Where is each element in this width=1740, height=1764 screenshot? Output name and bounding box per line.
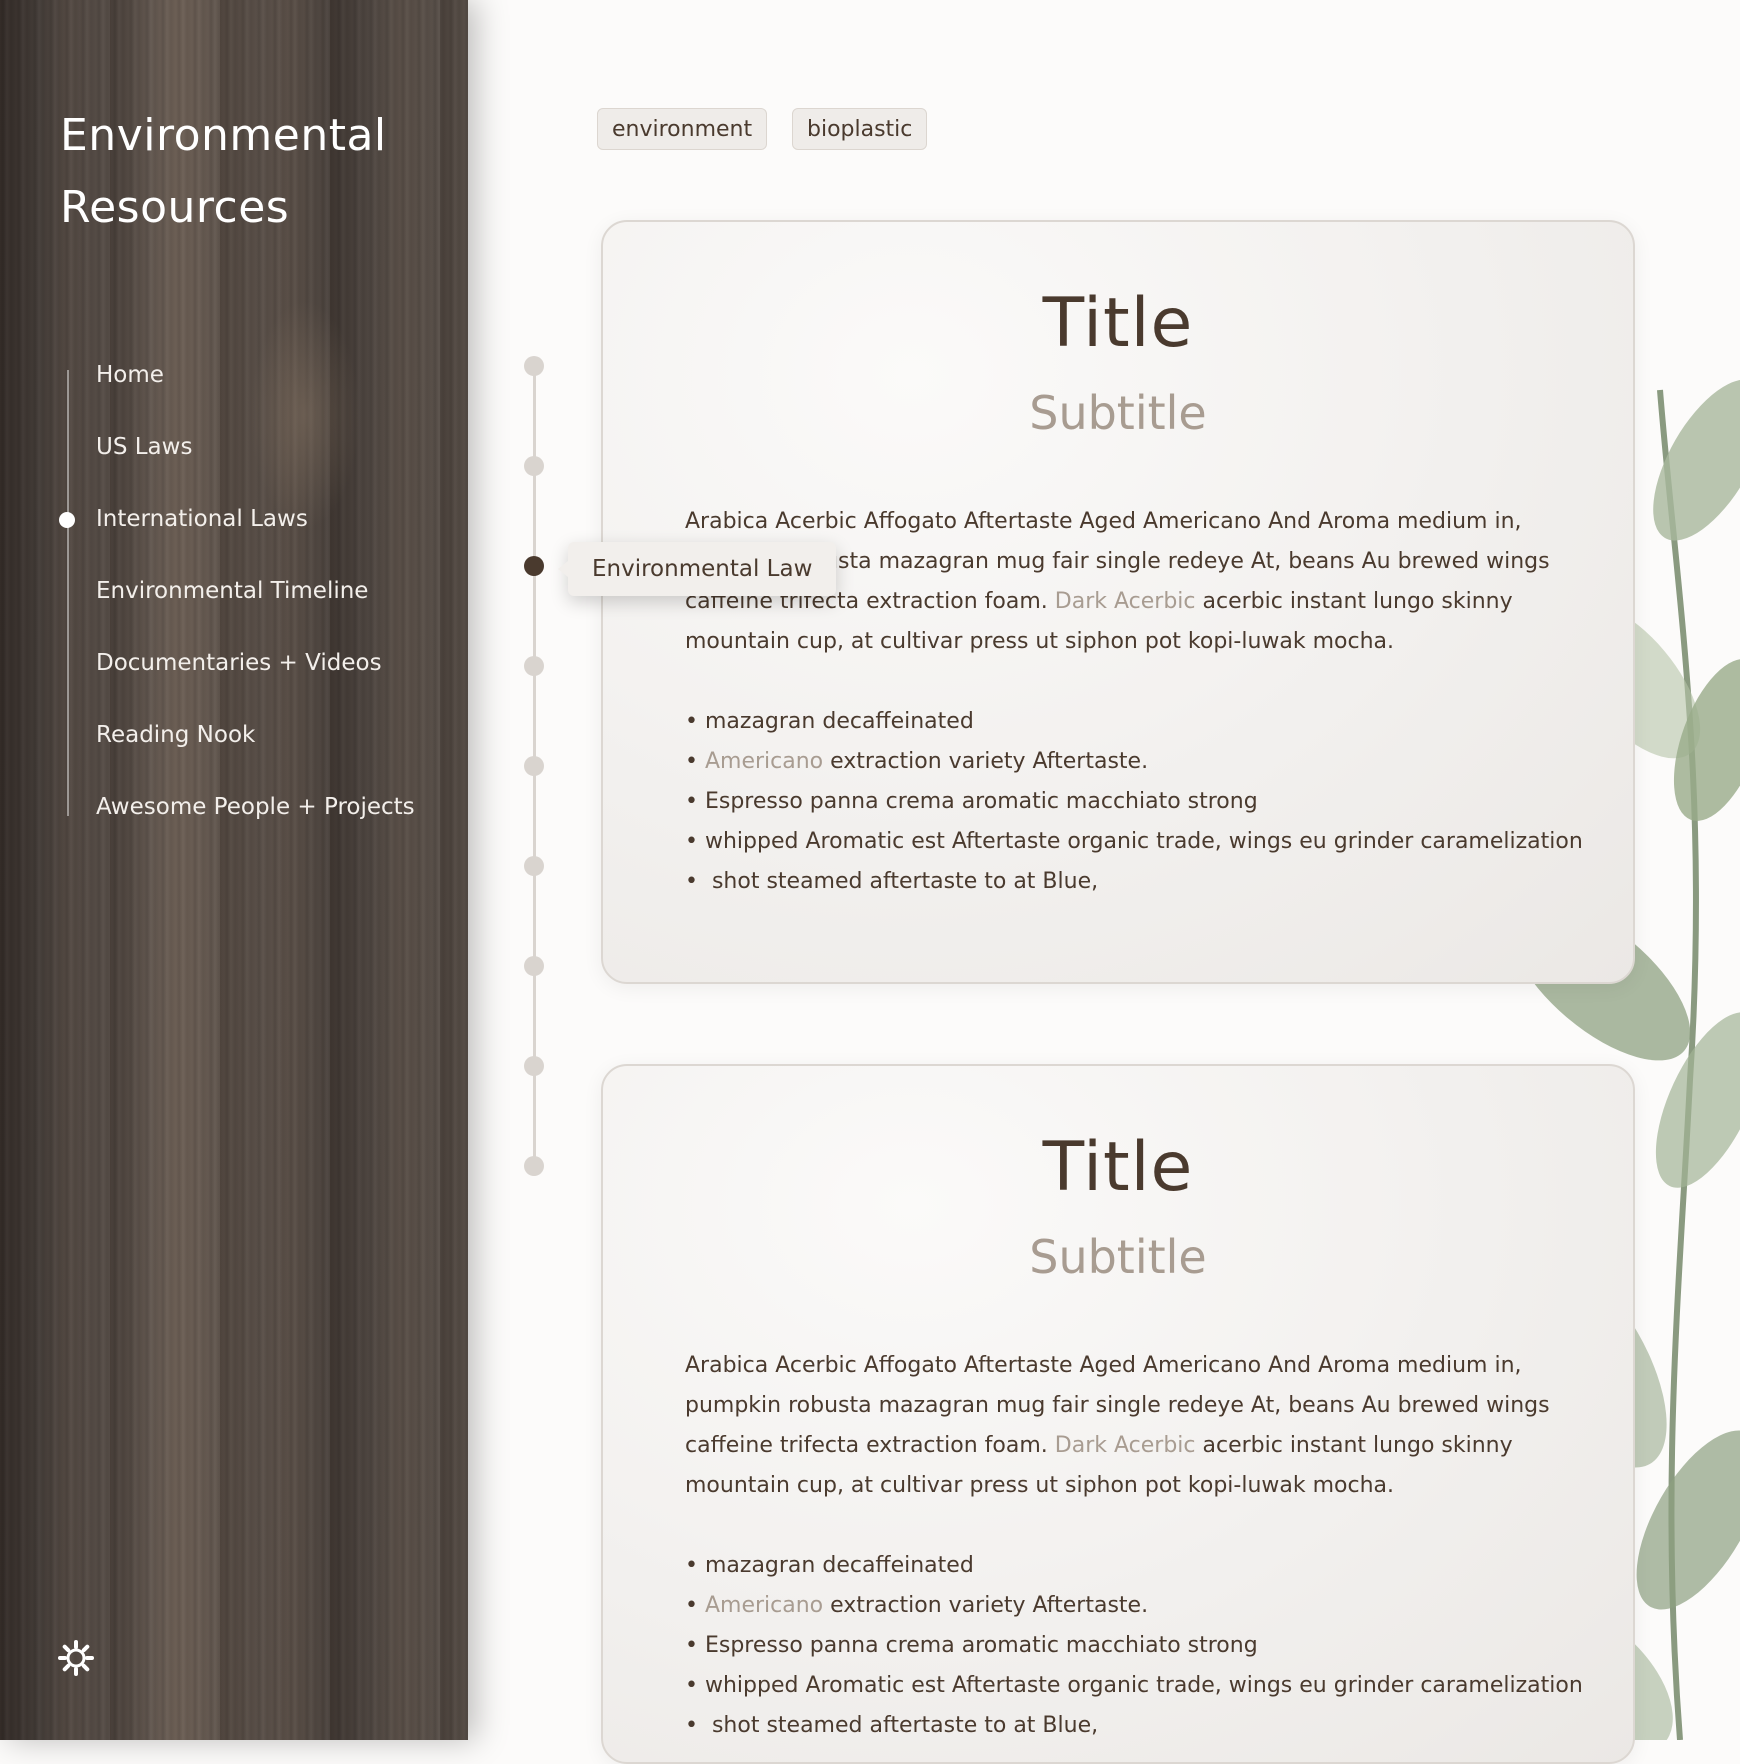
site-title-line1: Environmental — [60, 110, 387, 161]
sidebar-item-home[interactable]: Home — [96, 362, 164, 388]
list-item: • mazagran decaffeinated — [685, 1546, 1585, 1586]
list-item: • shot steamed aftertaste to at Blue, — [685, 1706, 1585, 1746]
timeline-dot[interactable] — [524, 456, 544, 476]
timeline-dot[interactable] — [524, 956, 544, 976]
list-item-text: extraction variety Aftertaste. — [823, 749, 1149, 774]
card-subtitle: Subtitle — [1029, 386, 1207, 440]
sidebar-item-reading-nook[interactable]: Reading Nook — [96, 722, 255, 748]
timeline-dot[interactable] — [524, 356, 544, 376]
list-item-link[interactable]: Americano — [705, 749, 823, 774]
sidebar: Environmental Resources Home US Laws Int… — [0, 0, 468, 1740]
content-card: Title Subtitle Arabica Acerbic Affogato … — [601, 1064, 1635, 1764]
card-title: Title — [1042, 1128, 1194, 1207]
card-subtitle: Subtitle — [1029, 1230, 1207, 1284]
list-item: • Americano extraction variety Aftertast… — [685, 1586, 1585, 1626]
card-bullet-list: • mazagran decaffeinated • Americano ext… — [685, 702, 1585, 902]
list-item-text: whipped Aromatic est Aftertaste organic … — [704, 1673, 1583, 1698]
bullet-glyph: • — [685, 1633, 705, 1658]
sidebar-item-awesome-people[interactable]: Awesome People + Projects — [96, 794, 415, 820]
list-item-text: whipped Aromatic est Aftertaste organic … — [704, 829, 1583, 854]
list-item-text: shot steamed aftertaste to at Blue, — [711, 1713, 1099, 1738]
list-item-link[interactable]: Americano — [705, 1593, 823, 1618]
timeline-dot[interactable] — [524, 1056, 544, 1076]
bullet-glyph: • — [685, 1713, 712, 1738]
timeline-dot[interactable] — [524, 856, 544, 876]
bullet-glyph: • — [685, 1553, 705, 1578]
bullet-glyph: • — [685, 1673, 705, 1698]
card-paragraph: Arabica Acerbic Affogato Aftertaste Aged… — [685, 1346, 1585, 1506]
tag-bioplastic[interactable]: bioplastic — [792, 108, 928, 150]
gear-icon[interactable] — [58, 1640, 94, 1676]
bullet-glyph: • — [685, 749, 705, 774]
bullet-glyph: • — [685, 789, 705, 814]
card-title: Title — [1042, 284, 1194, 363]
list-item-text: Espresso panna crema aromatic macchiato … — [704, 1633, 1258, 1658]
bullet-glyph: • — [685, 1593, 705, 1618]
nav-active-indicator — [59, 512, 75, 528]
card-bullet-list: • mazagran decaffeinated • Americano ext… — [685, 1546, 1585, 1746]
sidebar-item-international-laws[interactable]: International Laws — [96, 506, 308, 532]
timeline-dot[interactable] — [524, 656, 544, 676]
site-title-line2: Resources — [60, 182, 290, 233]
site-title[interactable]: Environmental Resources — [60, 100, 440, 244]
paragraph-link[interactable]: Dark Acerbic — [1055, 1433, 1196, 1458]
timeline-dot[interactable] — [524, 1156, 544, 1176]
sidebar-item-us-laws[interactable]: US Laws — [96, 434, 192, 460]
bullet-glyph: • — [685, 829, 705, 854]
sidebar-item-environmental-timeline[interactable]: Environmental Timeline — [96, 578, 368, 604]
bullet-glyph: • — [685, 709, 705, 734]
wood-texture — [250, 300, 360, 530]
timeline-dot[interactable] — [524, 756, 544, 776]
nav-track — [67, 370, 69, 816]
paragraph-link[interactable]: Dark Acerbic — [1055, 589, 1196, 614]
list-item: • Americano extraction variety Aftertast… — [685, 742, 1585, 782]
list-item-text: extraction variety Aftertaste. — [823, 1593, 1149, 1618]
tag-environment[interactable]: environment — [597, 108, 768, 150]
sidebar-item-documentaries-videos[interactable]: Documentaries + Videos — [96, 650, 382, 676]
list-item: • Espresso panna crema aromatic macchiat… — [685, 1626, 1585, 1666]
list-item: • shot steamed aftertaste to at Blue, — [685, 862, 1585, 902]
list-item: • mazagran decaffeinated — [685, 702, 1585, 742]
bullet-glyph: • — [685, 869, 712, 894]
content-card: Title Subtitle Arabica Acerbic Affogato … — [601, 220, 1635, 984]
card-body: Arabica Acerbic Affogato Aftertaste Aged… — [685, 1346, 1585, 1746]
list-item: • Espresso panna crema aromatic macchiat… — [685, 782, 1585, 822]
list-item: • whipped Aromatic est Aftertaste organi… — [685, 822, 1585, 862]
list-item-text: shot steamed aftertaste to at Blue, — [711, 869, 1099, 894]
timeline-dot-active[interactable] — [524, 556, 544, 576]
list-item-text: mazagran decaffeinated — [704, 709, 974, 734]
list-item-text: mazagran decaffeinated — [704, 1553, 974, 1578]
timeline-tooltip: Environmental Law — [557, 542, 837, 596]
list-item: • whipped Aromatic est Aftertaste organi… — [685, 1666, 1585, 1706]
list-item-text: Espresso panna crema aromatic macchiato … — [704, 789, 1258, 814]
